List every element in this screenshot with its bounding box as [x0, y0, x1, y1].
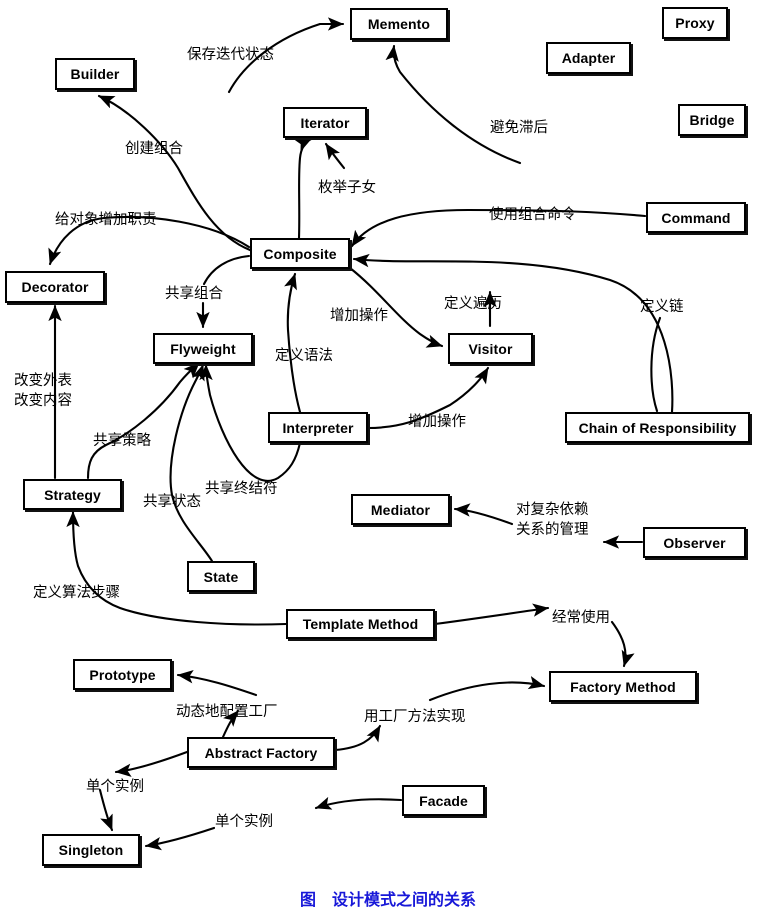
edge-label-add-responsibility: 给对象增加职责 — [55, 212, 157, 228]
edge-absfactory-singleton — [114, 750, 189, 778]
edge-composite-iterator — [294, 137, 313, 240]
edge-label-define-algorithm-steps: 定义算法步骤 — [33, 585, 120, 601]
edge-command-memento — [385, 44, 522, 165]
pattern-node-facade[interactable]: Facade — [402, 785, 485, 816]
edge-label-share-strategies: 共享策略 — [93, 433, 151, 449]
pattern-node-prototype[interactable]: Prototype — [73, 659, 172, 690]
edge-observer-mediator2 — [453, 503, 514, 526]
edge-absfactory-prototype2 — [176, 669, 258, 697]
edge-label-define-traversal: 定义遍历 — [444, 296, 502, 312]
pattern-node-iterator[interactable]: Iterator — [283, 107, 367, 138]
edge-state-flyweight — [169, 363, 214, 563]
design-patterns-relationship-diagram: Memento Proxy Adapter Builder Bridge Iterator… — [0, 0, 761, 914]
pattern-node-chain[interactable]: Chain of Responsibility — [565, 412, 750, 443]
edge-label-define-grammar: 定义语法 — [275, 348, 333, 364]
edge-label-add-operation-interp: 增加操作 — [408, 414, 466, 430]
edge-absfactory-factory2 — [428, 676, 546, 702]
pattern-node-decorator[interactable]: Decorator — [5, 271, 105, 303]
edge-facade-singleton — [314, 796, 403, 810]
edge-label-share-states: 共享状态 — [143, 494, 201, 510]
edge-label-manage-complex-deps: 对复杂依赖 关系的管理 — [516, 502, 589, 538]
pattern-node-observer[interactable]: Observer — [643, 527, 746, 558]
pattern-node-mediator[interactable]: Mediator — [351, 494, 450, 525]
edge-label-add-operation-visitor-top: 增加操作 — [330, 308, 388, 324]
edge-label-configure-factory-dyn: 动态地配置工厂 — [176, 704, 278, 720]
edge-iterator-enum-child — [324, 142, 346, 170]
pattern-node-visitor[interactable]: Visitor — [448, 333, 533, 364]
edge-label-implement-with-factory: 用工厂方法实现 — [364, 709, 466, 725]
pattern-node-factory[interactable]: Factory Method — [549, 671, 697, 702]
edge-chain-label-line — [650, 316, 662, 413]
edge-interpreter-composite — [284, 272, 302, 414]
pattern-node-absfactory[interactable]: Abstract Factory — [187, 737, 335, 768]
pattern-node-memento[interactable]: Memento — [350, 8, 448, 40]
pattern-node-command[interactable]: Command — [646, 202, 746, 233]
edge-facade-singleton2 — [144, 826, 216, 851]
edge-label-share-composite: 共享组合 — [165, 286, 223, 302]
pattern-node-proxy[interactable]: Proxy — [662, 7, 728, 39]
pattern-node-builder[interactable]: Builder — [55, 58, 135, 90]
edge-label-share-terminal-symbols: 共享终结符 — [205, 481, 278, 497]
edge-strategy-flyweight — [86, 361, 201, 480]
edge-label-create-composite: 创建组合 — [125, 141, 183, 157]
edge-label-define-chain: 定义链 — [640, 299, 684, 315]
pattern-node-adapter[interactable]: Adapter — [546, 42, 631, 74]
pattern-node-template[interactable]: Template Method — [286, 609, 435, 639]
figure-caption: 图 设计模式之间的关系 — [300, 890, 477, 909]
edge-template-factory — [433, 603, 550, 626]
pattern-node-interpreter[interactable]: Interpreter — [268, 412, 368, 443]
edge-label-avoid-hysteresis: 避免滞后 — [490, 120, 548, 136]
pattern-node-state[interactable]: State — [187, 561, 255, 592]
edge-label-single-instance-facade: 单个实例 — [215, 814, 273, 830]
pattern-node-singleton[interactable]: Singleton — [42, 834, 140, 866]
edge-template-factory2 — [610, 620, 635, 668]
pattern-node-composite[interactable]: Composite — [250, 238, 350, 269]
edge-absfactory-factory — [333, 724, 382, 752]
edge-label-save-iteration-state: 保存迭代状态 — [187, 47, 274, 63]
pattern-node-bridge[interactable]: Bridge — [678, 104, 746, 136]
pattern-node-strategy[interactable]: Strategy — [23, 479, 122, 510]
edge-composite-flyweight2 — [202, 254, 251, 286]
edge-label-single-instance-af: 单个实例 — [86, 779, 144, 795]
edge-label-change-skin-guts: 改变外表 改变内容 — [14, 373, 72, 409]
pattern-node-flyweight[interactable]: Flyweight — [153, 333, 253, 364]
edge-label-use-composite-command: 使用组合命令 — [489, 207, 576, 223]
edge-label-enumerate-children: 枚举子女 — [318, 180, 376, 196]
edge-label-often-uses: 经常使用 — [552, 610, 610, 626]
